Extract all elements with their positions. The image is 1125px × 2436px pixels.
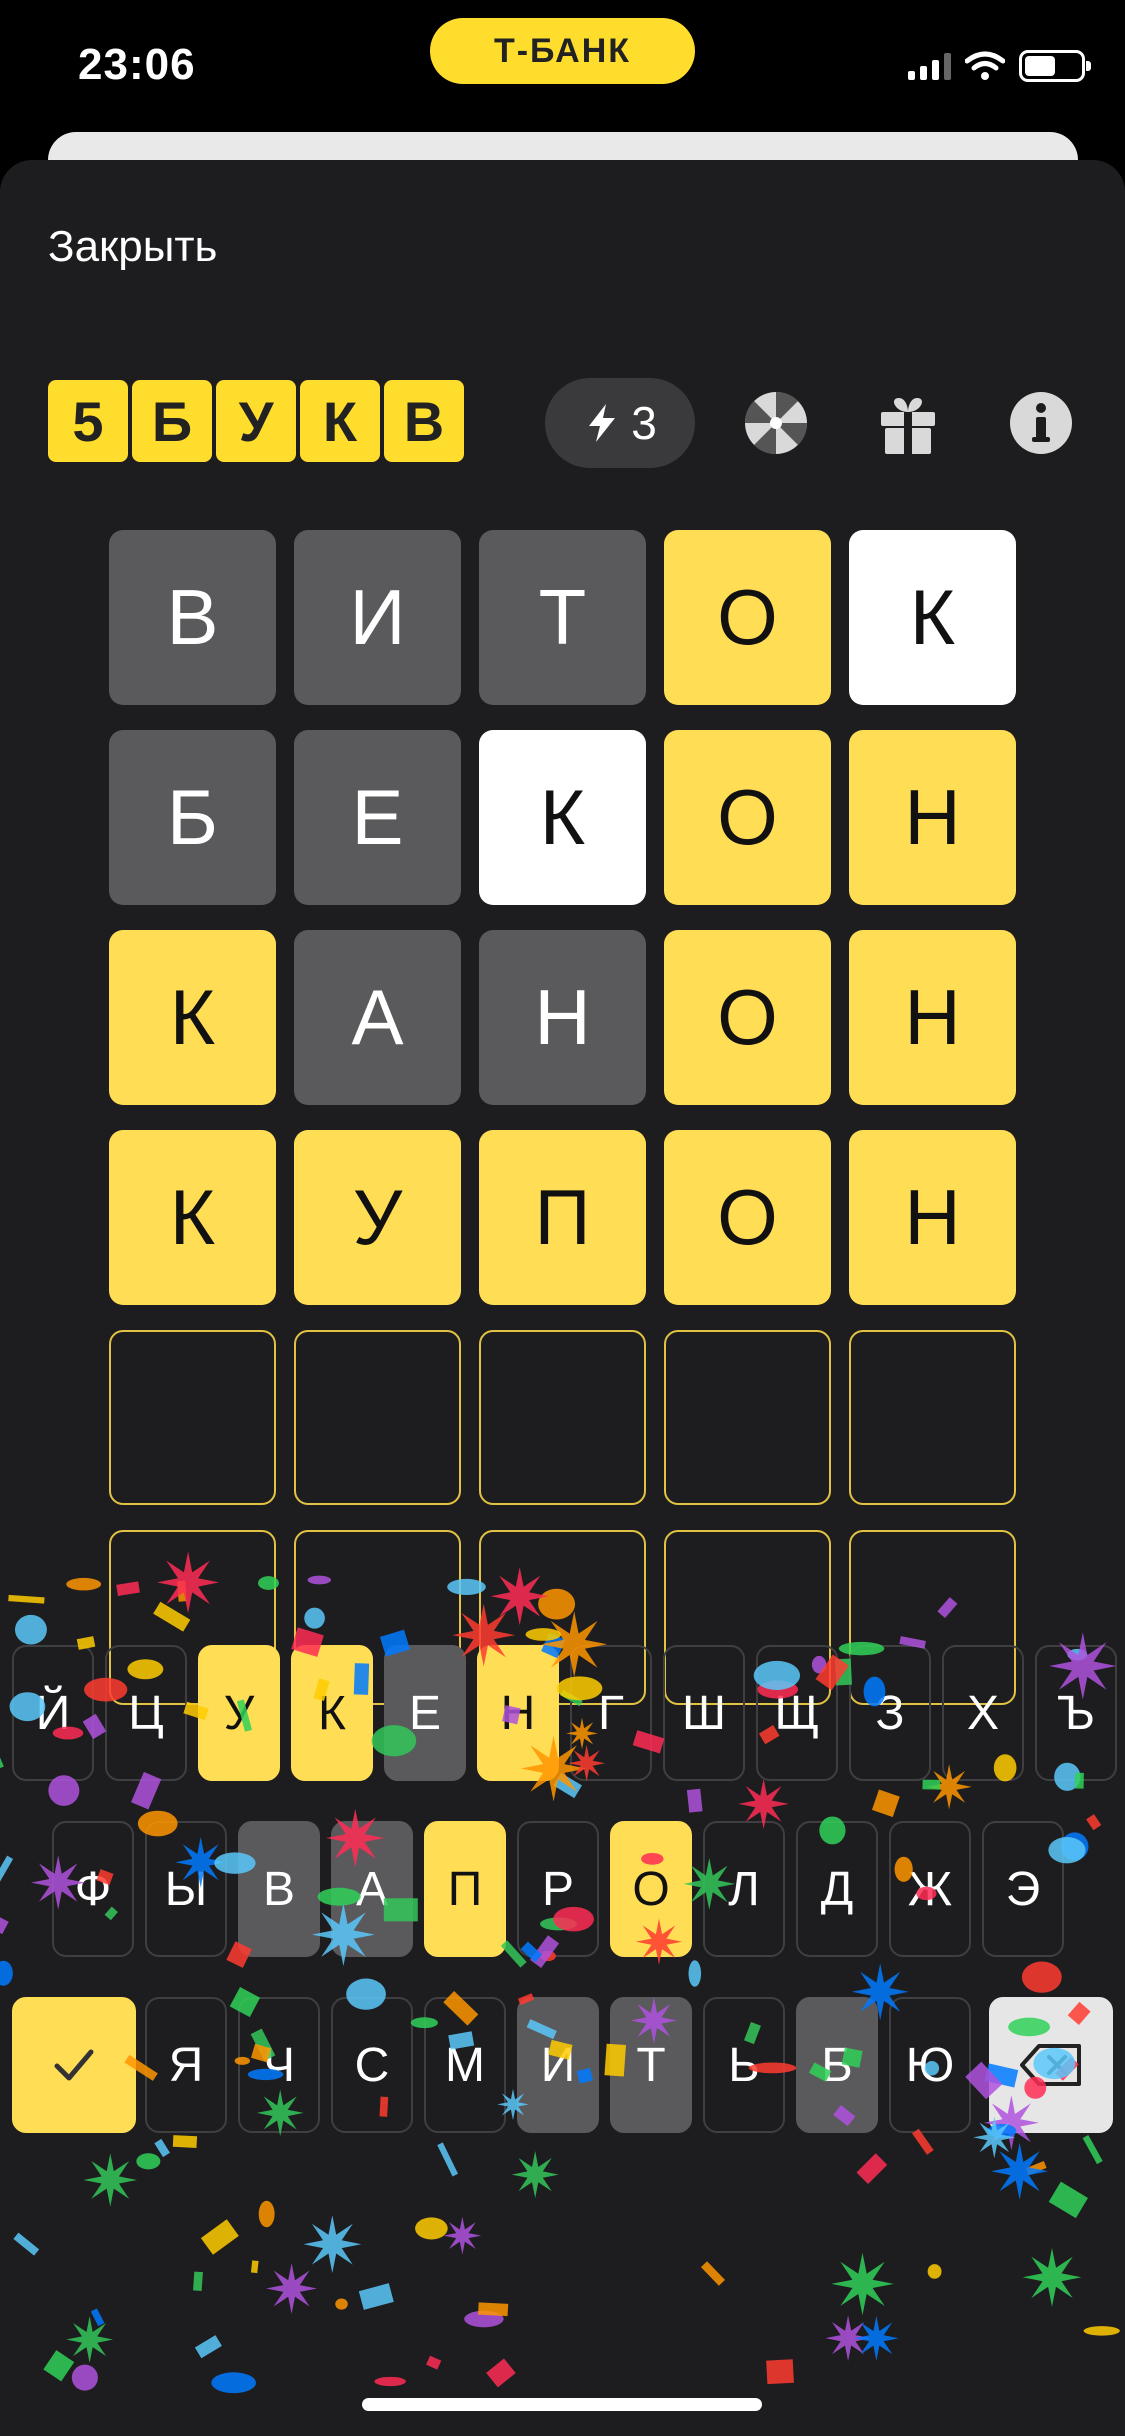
logo-letter: Б (132, 380, 212, 462)
board-tile (849, 1330, 1016, 1505)
key[interactable]: Ж (889, 1821, 971, 1957)
backspace-icon (1020, 2044, 1081, 2086)
key[interactable]: Е (384, 1645, 466, 1781)
logo-letter: К (300, 380, 380, 462)
key[interactable]: Л (703, 1821, 785, 1957)
key[interactable]: Б (796, 1997, 878, 2133)
board-tile (479, 1330, 646, 1505)
logo-letter: В (384, 380, 464, 462)
key[interactable]: К (291, 1645, 373, 1781)
key[interactable]: А (331, 1821, 413, 1957)
board-tile: П (479, 1130, 646, 1305)
status-icons (908, 50, 1091, 82)
key[interactable]: И (517, 1997, 599, 2133)
board-tile: У (294, 1130, 461, 1305)
board-tile: К (849, 530, 1016, 705)
backspace-key[interactable] (989, 1997, 1113, 2133)
key[interactable]: Я (145, 1997, 227, 2133)
key[interactable]: Ш (663, 1645, 745, 1781)
board-tile: К (109, 1130, 276, 1305)
key[interactable]: З (849, 1645, 931, 1781)
key[interactable]: П (424, 1821, 506, 1957)
key[interactable]: Г (570, 1645, 652, 1781)
key[interactable]: С (331, 1997, 413, 2133)
key[interactable]: Ц (105, 1645, 187, 1781)
key[interactable]: Ь (703, 1997, 785, 2133)
key[interactable]: В (238, 1821, 320, 1957)
key[interactable]: Н (477, 1645, 559, 1781)
energy-count: 3 (631, 397, 657, 449)
board-tile: Н (479, 930, 646, 1105)
board-tile: К (479, 730, 646, 905)
key[interactable]: Д (796, 1821, 878, 1957)
board-tile: Т (479, 530, 646, 705)
game-board: ВИТОКБЕКОНКАНОНКУПОН (109, 530, 1017, 1705)
keyboard-row-2: ФЫВАПРОЛДЖЭ (0, 1821, 1125, 1957)
key[interactable]: Ы (145, 1821, 227, 1957)
board-tile: Н (849, 730, 1016, 905)
board-tile: А (294, 930, 461, 1105)
key[interactable]: О (610, 1821, 692, 1957)
board-tile (109, 1330, 276, 1505)
board-tile: Б (109, 730, 276, 905)
logo-letter: 5 (48, 380, 128, 462)
keyboard-row-3: ЯЧСМИТЬБЮ (0, 1997, 1125, 2133)
key[interactable]: М (424, 1997, 506, 2133)
logo-letter: У (216, 380, 296, 462)
info-icon[interactable] (1008, 390, 1074, 456)
gift-icon[interactable] (875, 390, 941, 456)
key[interactable]: Ф (52, 1821, 134, 1957)
key[interactable]: Щ (756, 1645, 838, 1781)
board-tile: Н (849, 1130, 1016, 1305)
energy-counter[interactable]: 3 (545, 378, 695, 468)
check-icon (54, 2049, 94, 2081)
key[interactable]: Х (942, 1645, 1024, 1781)
status-time: 23:06 (78, 40, 196, 89)
lightning-icon (589, 404, 616, 442)
board-tile: О (664, 530, 831, 705)
key[interactable]: Р (517, 1821, 599, 1957)
enter-key[interactable] (12, 1997, 136, 2133)
key[interactable]: Ю (889, 1997, 971, 2133)
battery-icon (1019, 50, 1091, 82)
key[interactable]: Э (982, 1821, 1064, 1957)
board-tile (294, 1330, 461, 1505)
keyboard-row-1: ЙЦУКЕНГШЩЗХЪ (0, 1645, 1125, 1781)
status-bar: 23:06 Т-БАНК (0, 0, 1125, 140)
key[interactable]: Й (12, 1645, 94, 1781)
board-tile: В (109, 530, 276, 705)
board-tile (664, 1330, 831, 1505)
home-indicator (362, 2398, 762, 2411)
signal-icon (908, 52, 951, 80)
close-button[interactable]: Закрыть (48, 222, 217, 272)
board-tile: О (664, 930, 831, 1105)
board-tile: К (109, 930, 276, 1105)
key[interactable]: Т (610, 1997, 692, 2133)
game-logo: 5 Б У К В (48, 380, 464, 462)
key[interactable]: У (198, 1645, 280, 1781)
board-tile: О (664, 1130, 831, 1305)
wifi-icon (965, 51, 1005, 80)
board-tile: И (294, 530, 461, 705)
bank-pill[interactable]: Т-БАНК (430, 18, 695, 84)
key[interactable]: Ъ (1035, 1645, 1117, 1781)
board-tile: О (664, 730, 831, 905)
wheel-icon[interactable] (743, 390, 809, 456)
key[interactable]: Ч (238, 1997, 320, 2133)
board-tile: Е (294, 730, 461, 905)
board-tile: Н (849, 930, 1016, 1105)
